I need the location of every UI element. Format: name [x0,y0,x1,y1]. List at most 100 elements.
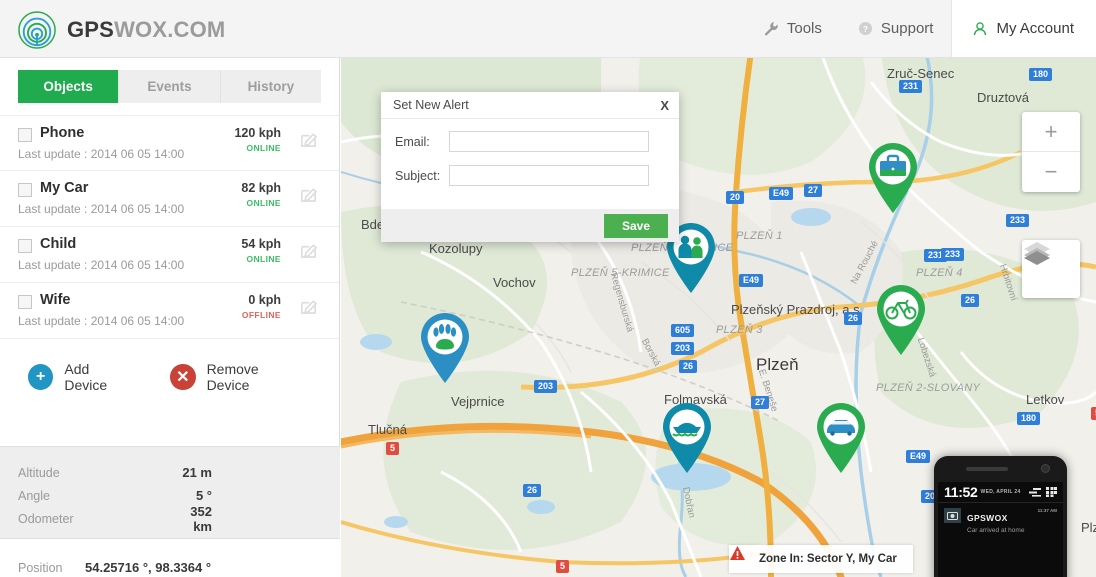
camera-badge-icon [944,508,961,523]
map-marker-work[interactable] [865,140,921,214]
stat-label: Angle [18,489,168,503]
map-marker-pet[interactable] [417,310,473,384]
save-button[interactable]: Save [604,214,668,238]
user-icon [972,21,988,37]
position-row: Position 54.25716 °, 98.3364 ° [0,538,340,577]
close-icon[interactable]: X [660,98,669,113]
edit-pencil-icon[interactable] [300,298,317,320]
gpswox-tracking-app: Zruč-SenecDruztováBdenKozolupyVochovPlze… [0,0,1096,577]
road-shield: 26 [679,360,697,373]
nav-item-support[interactable]: ? Support [840,0,952,57]
device-name: Child [40,236,76,252]
road-shield: 26 [844,312,862,325]
device-speed: 54 kph [241,237,281,251]
road-shield: 26 [523,484,541,497]
road-shield: 180 [1029,68,1052,81]
phone-notification[interactable]: GPSWOX Car arrived at home 11:37 AM [938,503,1063,539]
device-name: Wife [40,292,70,308]
device-row[interactable]: My Car Last update : 2014 06 05 14:00 82 k… [0,171,339,227]
status-badge: ONLINE [246,143,281,153]
action-label: Remove Device [207,361,303,393]
tab-events[interactable]: Events [119,70,220,103]
gps-signal-logo [18,11,56,49]
brand-wordmark: GPSWOX.COM [67,17,225,43]
modal-header: Set New Alert X [381,92,679,119]
map-marker-bike[interactable] [873,282,929,356]
edit-pencil-icon[interactable] [300,242,317,264]
phone-status-bar: 11:52 WED, APRIL 24 [938,482,1063,503]
phone-body: 11:52 WED, APRIL 24 [934,456,1067,577]
position-label: Position [0,561,85,575]
modal-field: Subject: [395,165,665,186]
stat-value: 352 km [168,504,322,534]
device-actions: +Add Device ✕Remove Device [0,339,339,393]
device-speed: 0 kph [248,293,281,307]
phone-notification-time: 11:37 AM [1038,508,1057,513]
nav-label-tools: Tools [787,20,822,37]
phone-clock: 11:52 [944,484,978,500]
device-last-update: Last update : 2014 06 05 14:00 [18,314,184,328]
road-shield: 203 [671,342,694,355]
device-last-update: Last update : 2014 06 05 14:00 [18,147,184,161]
device-checkbox[interactable] [18,295,32,309]
tab-objects[interactable]: Objects [18,70,119,103]
brand-logo-block[interactable]: GPSWOX.COM [18,11,225,49]
edit-pencil-icon[interactable] [300,186,317,208]
device-row[interactable]: ChildLast update : 2014 06 05 14:0054 kp… [0,227,339,283]
device-name: My Car [40,180,88,196]
question-circle-icon: ? [858,21,873,36]
map-marker-boat[interactable] [659,400,715,474]
zone-alert-toast[interactable]: Zone In: Sector Y, My Car [729,545,913,573]
add-device-button[interactable]: +Add Device [28,361,134,393]
header-nav: Tools ? Support My Accoun [746,0,1096,57]
status-badge: ONLINE [246,198,281,208]
road-shield: 27 [751,396,769,409]
device-speed: 120 kph [234,126,281,140]
brand-bold: GPS [67,17,114,42]
stat-label: Odometer [18,512,168,526]
phone-notification-title: GPSWOX [967,513,1008,523]
road-shield: 26 [961,294,979,307]
device-checkbox[interactable] [18,128,32,142]
left-sidebar-panel: ObjectsEventsHistory Phone Last update : … [0,58,340,577]
device-name: Phone [40,125,84,141]
status-badge: OFFLINE [242,310,281,320]
device-checkbox[interactable] [18,183,32,197]
phone-screen: 11:52 WED, APRIL 24 [938,482,1063,577]
email-input[interactable] [449,131,649,152]
stat-value: 21 m [168,465,322,480]
road-shield: E49 [769,187,793,200]
status-badge: ONLINE [246,254,281,264]
phone-status-icons [1029,487,1057,497]
edit-pencil-icon[interactable] [300,131,317,153]
subject-label: Subject: [395,169,449,183]
road-shield: 203 [534,380,557,393]
remove-device-button[interactable]: ✕Remove Device [170,361,303,393]
road-shield: 27 [804,184,822,197]
device-checkbox[interactable] [18,239,32,253]
modal-body: Email: Subject: [381,119,679,186]
map-zoom-controls[interactable]: + − [1022,112,1080,192]
device-speed: 82 kph [241,181,281,195]
device-last-update: Last update : 2014 06 05 14:00 [18,202,184,216]
nav-item-my-account[interactable]: My Account [951,0,1096,57]
road-shield: 231 [899,80,922,93]
layers-stack-icon [1022,240,1052,266]
zoom-in-button[interactable]: + [1022,112,1080,152]
map-marker-car[interactable] [813,400,869,474]
road-shield: 233 [1006,214,1029,227]
tab-history[interactable]: History [221,70,321,103]
road-shield: 233 [941,248,964,261]
zoom-out-button[interactable]: − [1022,152,1080,192]
phone-mockup: 11:52 WED, APRIL 24 [934,456,1067,577]
warning-triangle-icon [729,545,746,561]
phone-date: WED, APRIL 24 [981,489,1021,495]
device-row[interactable]: Wife Last update : 2014 06 05 14:00 0 kph O… [0,283,339,339]
nav-item-tools[interactable]: Tools [746,0,840,57]
phone-notification-text: GPSWOX Car arrived at home [967,508,1024,534]
email-label: Email: [395,135,449,149]
stat-value: 5 ° [168,488,322,503]
device-row[interactable]: Phone Last update : 2014 06 05 14:00 120 k… [0,115,339,171]
map-layers-button[interactable] [1022,240,1080,298]
subject-input[interactable] [449,165,649,186]
